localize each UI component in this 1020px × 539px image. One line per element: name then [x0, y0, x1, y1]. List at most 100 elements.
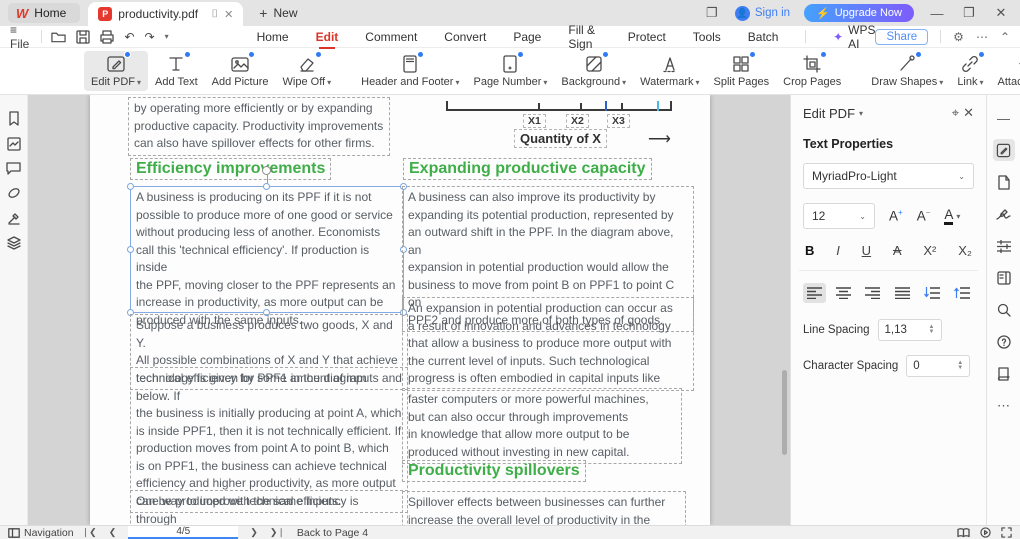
page-number-button[interactable]: Page Number ▾: [466, 51, 554, 91]
workspace-icon[interactable]: ❐: [703, 5, 721, 21]
print-icon[interactable]: [100, 29, 115, 44]
add-text-button[interactable]: Add Text: [148, 51, 205, 91]
font-size-select[interactable]: 12 ⌄: [803, 203, 875, 229]
superscript-button[interactable]: X²: [923, 243, 936, 258]
tab-close-icon[interactable]: ✕: [224, 8, 233, 21]
tab-protect[interactable]: Protect: [628, 30, 666, 44]
increase-line-spacing-button[interactable]: [920, 283, 944, 303]
comments-panel-icon[interactable]: [6, 162, 21, 175]
italic-button[interactable]: I: [836, 243, 840, 258]
align-left-button[interactable]: [803, 283, 826, 303]
attachments-panel-icon[interactable]: [7, 186, 21, 200]
decrease-font-button[interactable]: A−: [917, 208, 931, 224]
character-spacing-input[interactable]: 0 ▲ ▼: [906, 355, 971, 377]
save-icon[interactable]: [76, 29, 91, 44]
share-button[interactable]: Share: [875, 28, 929, 45]
underline-button[interactable]: U: [862, 243, 871, 258]
export-tool-icon[interactable]: [993, 171, 1015, 193]
align-center-button[interactable]: [832, 283, 855, 303]
rotate-handle[interactable]: [262, 166, 271, 175]
heading-efficiency-improvements[interactable]: Efficiency improvements: [130, 158, 332, 180]
tab-home[interactable]: Home: [257, 30, 289, 44]
search-icon[interactable]: [993, 299, 1015, 321]
tab-page[interactable]: Page: [513, 30, 541, 44]
line-spacing-input[interactable]: 1,13 ▲ ▼: [877, 319, 942, 341]
pdf-page[interactable]: by operating more efficiently or by expa…: [90, 95, 710, 525]
tab-comment[interactable]: Comment: [365, 30, 417, 44]
close-button[interactable]: ✕: [992, 5, 1010, 21]
last-page-button[interactable]: ❯❘: [270, 527, 285, 538]
help-icon[interactable]: [993, 331, 1015, 353]
add-picture-button[interactable]: Add Picture: [205, 51, 276, 91]
sign-in-button[interactable]: 👤 Sign in: [734, 5, 790, 21]
layers-panel-icon[interactable]: [6, 236, 21, 250]
axis-title[interactable]: Quantity of X: [514, 129, 607, 148]
bold-button[interactable]: B: [805, 243, 814, 258]
file-menu[interactable]: ≡ File: [10, 23, 31, 51]
more-tools-icon[interactable]: ⋯: [993, 395, 1015, 417]
panel-title-caret-icon[interactable]: ▾: [859, 109, 863, 118]
x3-label[interactable]: X3: [607, 114, 630, 128]
paragraph-technical-efficiency[interactable]: A business is producing on its PPF if it…: [131, 187, 403, 331]
wps-ai-button[interactable]: ✦ WPS AI: [833, 23, 875, 51]
split-pages-button[interactable]: Split Pages: [707, 51, 777, 91]
align-justify-button[interactable]: [891, 283, 914, 303]
navigation-toggle[interactable]: Navigation: [0, 527, 82, 539]
tab-preview-icon[interactable]: ⌷: [211, 8, 218, 21]
signature-tool-icon[interactable]: [993, 203, 1015, 225]
new-tab-button[interactable]: + New: [259, 5, 297, 21]
header-footer-button[interactable]: Header and Footer ▾: [354, 51, 466, 91]
thumbnails-panel-icon[interactable]: [6, 137, 21, 151]
strikethrough-button[interactable]: A: [893, 243, 902, 258]
vertical-scrollbar[interactable]: [782, 370, 787, 455]
align-right-button[interactable]: [861, 283, 884, 303]
character-spacing-stepper[interactable]: ▲ ▼: [957, 360, 963, 371]
page-organize-icon[interactable]: [993, 267, 1015, 289]
tab-fill-sign[interactable]: Fill & Sign: [568, 23, 600, 51]
more-options-icon[interactable]: ⋯: [976, 30, 988, 44]
quick-access-caret-icon[interactable]: ▾: [165, 32, 169, 41]
font-family-select[interactable]: MyriadPro-Light ⌄: [803, 163, 974, 189]
paragraph-innovation[interactable]: An expansion in potential production can…: [402, 297, 694, 391]
play-presentation-icon[interactable]: [980, 527, 991, 538]
previous-page-button[interactable]: ❮: [109, 527, 117, 538]
heading-productivity-spillovers[interactable]: Productivity spillovers: [402, 460, 586, 482]
collapse-ribbon-icon[interactable]: ⌃: [1000, 30, 1010, 44]
open-icon[interactable]: [51, 30, 67, 44]
crop-pages-button[interactable]: Crop Pages: [776, 51, 848, 91]
increase-font-button[interactable]: A+: [889, 208, 903, 224]
read-mode-icon[interactable]: [957, 527, 970, 538]
document-area[interactable]: by operating more efficiently or by expa…: [28, 95, 790, 525]
first-page-button[interactable]: ❘❮: [82, 527, 97, 538]
undo-icon[interactable]: ↶: [124, 30, 134, 44]
settings-gear-icon[interactable]: ⚙: [953, 30, 964, 44]
paragraph-microeconomic[interactable]: One way to improve technical efficiency …: [130, 490, 408, 525]
edit-pdf-button[interactable]: Edit PDF ▾: [84, 51, 149, 91]
collapse-panel-icon[interactable]: —: [993, 107, 1015, 129]
subscript-button[interactable]: X₂: [958, 243, 972, 258]
compress-tool-icon[interactable]: [993, 235, 1015, 257]
stamps-panel-icon[interactable]: [7, 211, 21, 225]
upgrade-button[interactable]: ⚡ Upgrade Now: [804, 4, 914, 22]
decrease-line-spacing-button[interactable]: [950, 283, 974, 303]
tab-batch[interactable]: Batch: [748, 30, 779, 44]
watermark-button[interactable]: Watermark ▾: [633, 51, 706, 91]
redo-icon[interactable]: ↷: [145, 30, 155, 44]
paragraph-spillover[interactable]: Spillover effects between businesses can…: [402, 491, 686, 525]
fullscreen-icon[interactable]: [1001, 527, 1012, 538]
x1-label[interactable]: X1: [523, 114, 546, 128]
tab-convert[interactable]: Convert: [444, 30, 486, 44]
attachment-button[interactable]: Attachment: [991, 51, 1020, 91]
background-button[interactable]: Background ▾: [554, 51, 633, 91]
x2-label[interactable]: X2: [566, 114, 589, 128]
wipe-off-button[interactable]: Wipe Off ▾: [276, 51, 339, 91]
paragraph-capital[interactable]: faster computers or more powerful machin…: [402, 388, 682, 464]
tab-edit[interactable]: Edit: [316, 30, 338, 49]
edit-tool-icon[interactable]: [992, 139, 1015, 161]
page-indicator-input[interactable]: 4/5: [128, 526, 239, 539]
pin-icon[interactable]: ⌖: [952, 105, 959, 121]
link-button[interactable]: Link ▾: [950, 51, 990, 91]
bookmarks-panel-icon[interactable]: [7, 111, 21, 126]
panel-close-icon[interactable]: ✕: [963, 105, 974, 121]
selected-text-box[interactable]: A business is producing on its PPF if it…: [127, 166, 407, 327]
